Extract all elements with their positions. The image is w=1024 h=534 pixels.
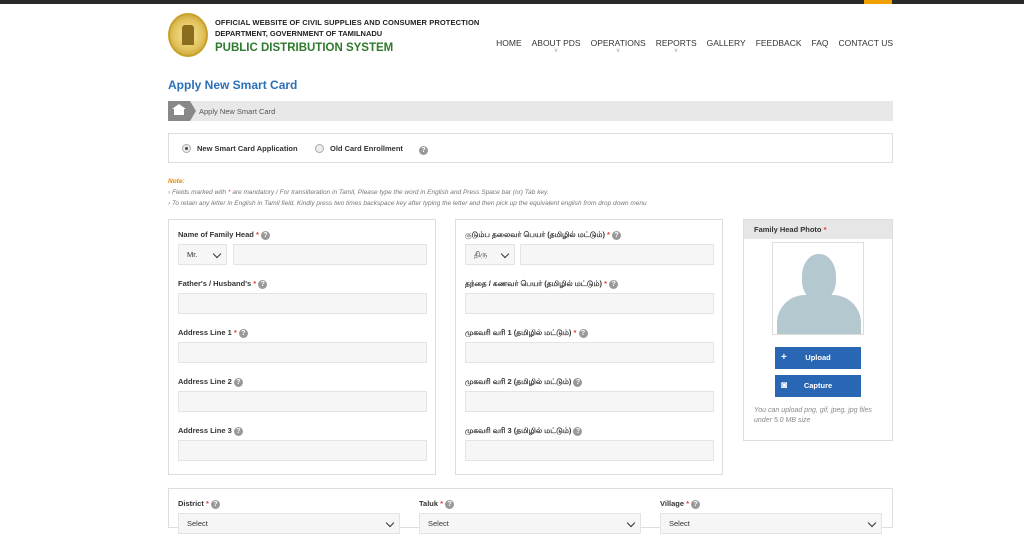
old-card-enrollment-radio[interactable]: [315, 144, 324, 153]
family-head-label: Name of Family Head * ?: [178, 230, 270, 240]
father-husband-input[interactable]: [178, 293, 427, 314]
help-icon[interactable]: ?: [419, 146, 428, 155]
chevron-down-icon: v: [616, 48, 620, 54]
help-icon[interactable]: ?: [210, 499, 220, 509]
photo-placeholder: [772, 242, 864, 335]
note-title: Note:: [168, 178, 185, 185]
tamilnadu-emblem-icon[interactable]: [168, 13, 208, 57]
new-smart-card-radio[interactable]: [182, 144, 191, 153]
location-box: District * ? Select Taluk * ? Select Vil…: [168, 488, 893, 534]
org-name-line1: OFFICIAL WEBSITE OF CIVIL SUPPLIES AND C…: [215, 18, 480, 27]
chevron-down-icon: [212, 249, 222, 259]
taluk-select[interactable]: Select: [419, 513, 641, 534]
breadcrumb-current: Apply New Smart Card: [199, 107, 276, 116]
nav-contact-us[interactable]: CONTACT US: [839, 38, 893, 48]
tamil-address1-input[interactable]: [465, 342, 714, 363]
tamil-title-select[interactable]: திரு: [465, 244, 515, 265]
photo-upload-note: You can upload png, gif, jpeg, jpg files…: [754, 407, 872, 424]
nav-gallery[interactable]: GALLERY: [707, 38, 746, 48]
address1-input[interactable]: [178, 342, 427, 363]
chevron-down-icon: v: [554, 48, 558, 54]
page-title: Apply New Smart Card: [168, 78, 298, 92]
address3-label: Address Line 3 ?: [178, 426, 243, 436]
plus-icon: +: [781, 352, 787, 363]
help-icon[interactable]: ?: [258, 279, 268, 289]
family-head-name-input[interactable]: [233, 244, 427, 265]
tamil-father-label: தந்தை / கணவர் பெயர் (தமிழில் மட்டும்) * …: [465, 279, 619, 289]
family-head-photo-panel: Family Head Photo * + Upload ◙ Capture You…: [743, 219, 893, 441]
help-icon[interactable]: ?: [578, 328, 588, 338]
new-smart-card-label[interactable]: New Smart Card Application: [197, 144, 298, 153]
help-icon[interactable]: ?: [238, 328, 248, 338]
tamil-family-head-label: குடும்ப தலைவர் பெயர் (தமிழில் மட்டும்) *…: [465, 230, 622, 240]
taluk-label: Taluk * ?: [419, 499, 455, 509]
breadcrumb-arrow: [190, 101, 196, 121]
old-card-enrollment-label[interactable]: Old Card Enrollment: [330, 144, 403, 153]
help-icon[interactable]: ?: [691, 499, 701, 509]
help-icon[interactable]: ?: [445, 499, 455, 509]
help-icon[interactable]: ?: [233, 426, 243, 436]
village-label: Village * ?: [660, 499, 701, 509]
village-select[interactable]: Select: [660, 513, 882, 534]
help-icon[interactable]: ?: [233, 377, 243, 387]
capture-button[interactable]: ◙ Capture: [775, 375, 861, 397]
note-line1: › Fields marked with * are mandatory / F…: [168, 189, 549, 196]
help-icon[interactable]: ?: [260, 230, 270, 240]
help-icon[interactable]: ?: [573, 426, 583, 436]
tamil-family-head-input[interactable]: [520, 244, 714, 265]
nav-operations[interactable]: OPERATIONS v: [591, 38, 646, 54]
nav-about-pds[interactable]: ABOUT PDS v: [532, 38, 581, 54]
title-select[interactable]: Mr.: [178, 244, 227, 265]
english-details-panel: Name of Family Head * ? Mr. Father's / H…: [168, 219, 436, 475]
tamil-details-panel: குடும்ப தலைவர் பெயர் (தமிழில் மட்டும்) *…: [455, 219, 723, 475]
tamil-address3-input[interactable]: [465, 440, 714, 461]
tamil-father-input[interactable]: [465, 293, 714, 314]
district-label: District * ?: [178, 499, 220, 509]
site-header: OFFICIAL WEBSITE OF CIVIL SUPPLIES AND C…: [0, 4, 1024, 68]
nav-faq[interactable]: FAQ: [812, 38, 829, 48]
avatar-body: [777, 295, 861, 334]
main-nav: HOME ABOUT PDS v OPERATIONS v REPORTS v GAL…: [496, 38, 893, 54]
upload-button[interactable]: + Upload: [775, 347, 861, 369]
breadcrumb: Apply New Smart Card: [168, 101, 893, 121]
address1-label: Address Line 1 * ?: [178, 328, 248, 338]
site-title[interactable]: PUBLIC DISTRIBUTION SYSTEM: [215, 42, 393, 54]
chevron-down-icon: [500, 249, 510, 259]
tamil-address2-input[interactable]: [465, 391, 714, 412]
nav-feedback[interactable]: FEEDBACK: [756, 38, 802, 48]
tamil-address2-label: முகவரி வரி 2 (தமிழில் மட்டும்) ?: [465, 377, 583, 387]
address3-input[interactable]: [178, 440, 427, 461]
nav-reports[interactable]: REPORTS v: [656, 38, 697, 54]
district-select[interactable]: Select: [178, 513, 400, 534]
application-type-box: New Smart Card Application Old Card Enro…: [168, 133, 893, 163]
tamil-address3-label: முகவரி வரி 3 (தமிழில் மட்டும்) ?: [465, 426, 583, 436]
help-icon[interactable]: ?: [609, 279, 619, 289]
chevron-down-icon: v: [674, 48, 678, 54]
note-line2: › To retain any letter in English in Tam…: [168, 200, 647, 207]
address2-label: Address Line 2 ?: [178, 377, 243, 387]
help-icon[interactable]: ?: [612, 230, 622, 240]
father-husband-label: Father's / Husband's * ?: [178, 279, 268, 289]
camera-icon: ◙: [781, 380, 788, 391]
org-name-line2: DEPARTMENT, GOVERNMENT OF TAMILNADU: [215, 29, 383, 38]
home-icon[interactable]: [168, 101, 190, 121]
tamil-address1-label: முகவரி வரி 1 (தமிழில் மட்டும்) * ?: [465, 328, 588, 338]
address2-input[interactable]: [178, 391, 427, 412]
nav-home[interactable]: HOME: [496, 38, 522, 48]
avatar-head: [802, 254, 836, 300]
help-icon[interactable]: ?: [573, 377, 583, 387]
photo-panel-title: Family Head Photo *: [744, 220, 892, 239]
